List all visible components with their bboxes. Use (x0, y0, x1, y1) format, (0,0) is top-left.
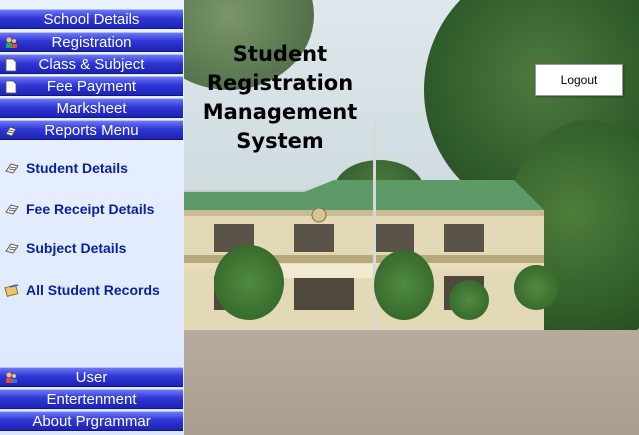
report-student-details[interactable]: Student Details (4, 157, 128, 179)
report-icon (5, 204, 19, 215)
report-item-label: Subject Details (26, 240, 127, 256)
bush (514, 265, 559, 310)
report-item-label: Student Details (26, 160, 128, 176)
document-icon (5, 58, 17, 72)
app-title: Student Registration Management System (202, 42, 358, 153)
menu-school-details[interactable]: School Details (0, 9, 183, 29)
users-icon (6, 372, 17, 383)
records-icon (4, 284, 19, 297)
users-icon (6, 37, 17, 48)
menu-label: Entertenment (46, 391, 137, 408)
menu-label: Marksheet (56, 100, 127, 117)
bush (214, 245, 284, 320)
report-fee-receipt-details[interactable]: Fee Receipt Details (4, 198, 154, 220)
menu-about-prgrammar[interactable]: About Prgrammar (0, 411, 183, 431)
report-all-student-records[interactable]: All Student Records (4, 279, 160, 301)
menu-fee-payment[interactable]: Fee Payment (0, 76, 183, 96)
ground (184, 330, 639, 435)
menu-entertenment[interactable]: Entertenment (0, 389, 183, 409)
report-icon (5, 243, 19, 254)
menu-label: Fee Payment (46, 78, 137, 95)
menu-registration[interactable]: Registration (0, 32, 183, 52)
menu-class-subject[interactable]: Class & Subject (0, 54, 183, 74)
menu-user[interactable]: User (0, 367, 183, 387)
report-item-label: All Student Records (26, 282, 160, 298)
menu-label: Class & Subject (38, 56, 145, 73)
bush (449, 280, 489, 320)
report-icon (5, 163, 19, 174)
menu-label: Reports Menu (44, 122, 139, 139)
logout-button[interactable]: Logout (535, 64, 623, 96)
menu-reports[interactable]: Reports Menu (0, 120, 183, 140)
bush (374, 250, 434, 320)
report-subject-details[interactable]: Subject Details (4, 237, 126, 259)
menu-label: About Prgrammar (32, 413, 151, 430)
report-item-label: Fee Receipt Details (26, 201, 155, 217)
document-icon (5, 80, 17, 94)
report-icon (5, 126, 17, 137)
menu-marksheet[interactable]: Marksheet (0, 98, 183, 118)
sidebar-navigation: School Details Registration Class & Subj… (0, 0, 185, 435)
menu-label: User (75, 369, 108, 386)
menu-label: School Details (43, 11, 140, 28)
menu-label: Registration (51, 34, 132, 51)
